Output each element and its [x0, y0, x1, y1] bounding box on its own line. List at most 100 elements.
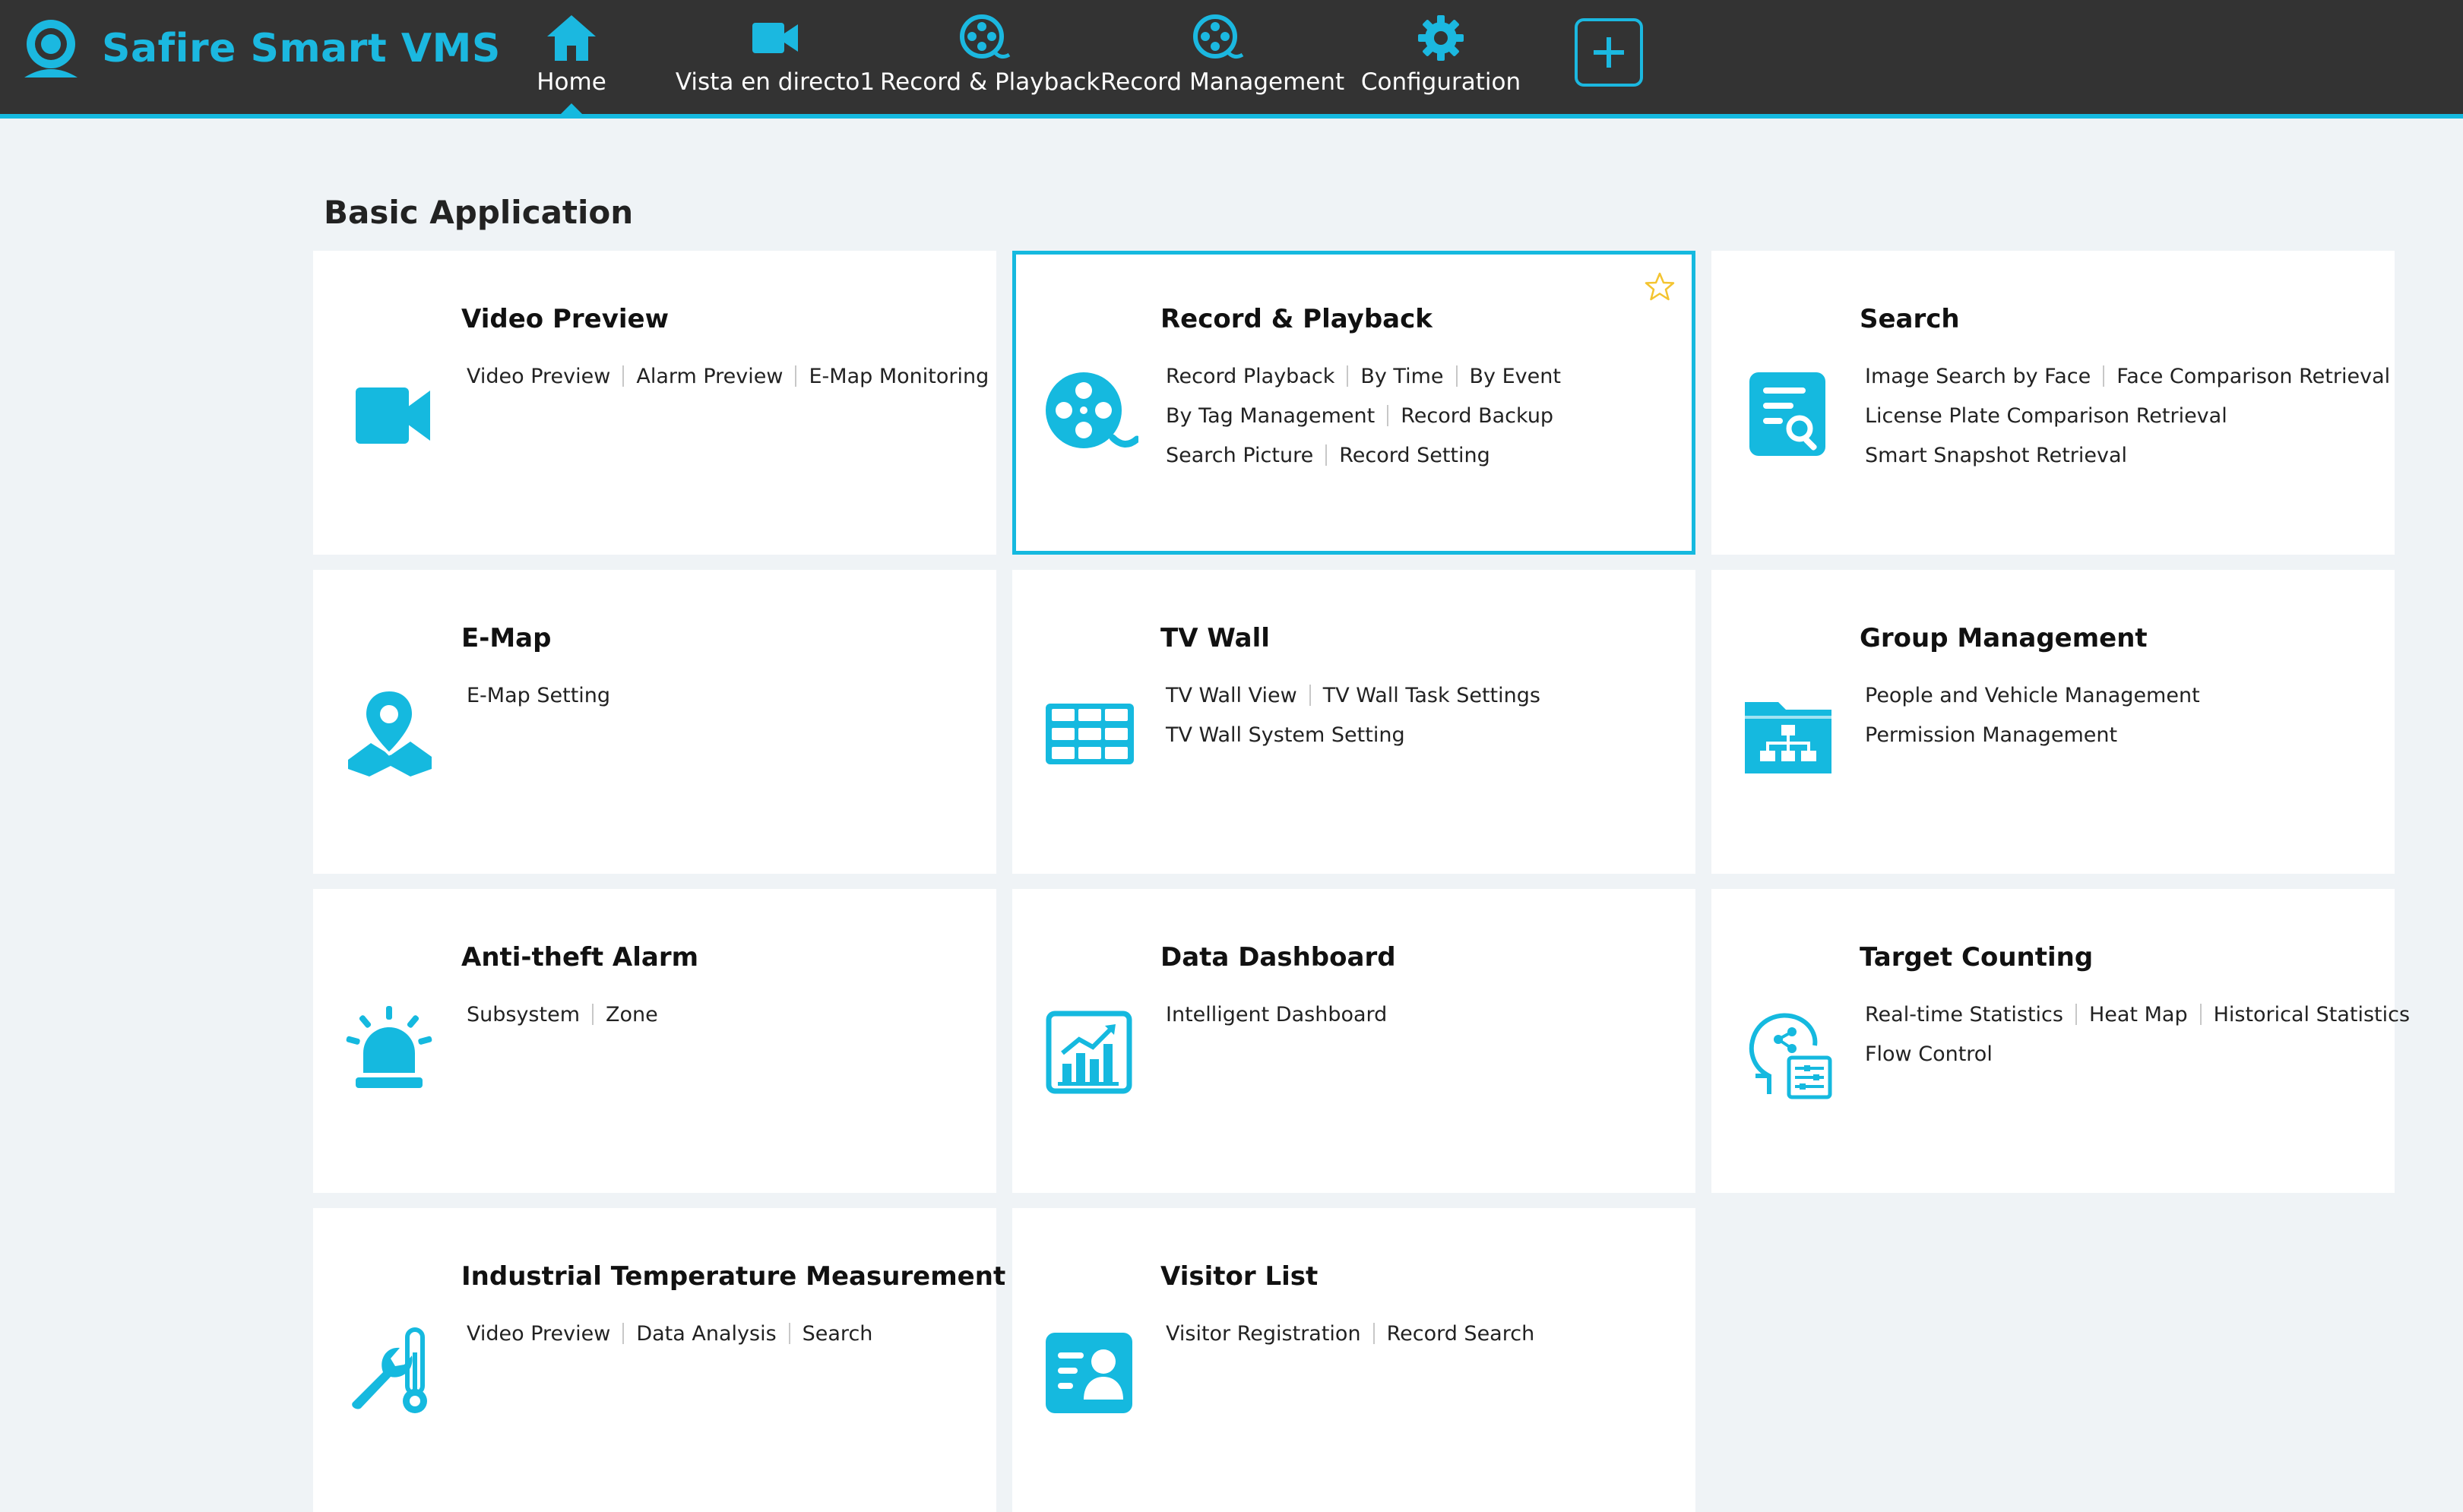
card-title: Industrial Temperature Measurement	[461, 1261, 1006, 1292]
visitor-card-icon	[1046, 1333, 1132, 1413]
topbar-accent-line	[0, 114, 2463, 119]
link-record-backup[interactable]: Record Backup	[1401, 404, 1553, 428]
app-card-tv-wall[interactable]: TV Wall TV Wall View TV Wall Task Setting…	[1012, 570, 1695, 874]
link-separator	[1455, 365, 1458, 387]
nav-tab-label: Record Management	[1100, 68, 1345, 96]
app-card-industrial-temperature-measurement[interactable]: Industrial Temperature Measurement Video…	[313, 1208, 1005, 1512]
nav-tab-configuration[interactable]: Configuration	[1359, 14, 1523, 102]
link-license-plate-comparison-retrieval[interactable]: License Plate Comparison Retrieval	[1865, 404, 2227, 428]
link-image-search-by-face[interactable]: Image Search by Face	[1865, 365, 2091, 388]
link-face-comparison-retrieval[interactable]: Face Comparison Retrieval	[2116, 365, 2390, 388]
link-tv-wall-task-settings[interactable]: TV Wall Task Settings	[1323, 684, 1540, 707]
link-separator	[622, 365, 625, 387]
link-heat-map[interactable]: Heat Map	[2089, 1003, 2188, 1026]
document-search-icon	[1749, 372, 1825, 456]
link-historical-statistics[interactable]: Historical Statistics	[2214, 1003, 2410, 1026]
link-separator	[1372, 1323, 1375, 1344]
link-separator	[795, 365, 797, 387]
webcam-logo-icon	[24, 20, 78, 77]
app-card-visitor-list[interactable]: Visitor List Visitor Registration Record …	[1012, 1208, 1695, 1512]
link-separator	[1309, 685, 1311, 706]
head-analytics-icon	[1749, 1013, 1832, 1099]
card-title: Anti-theft Alarm	[461, 942, 699, 973]
link-subsystem[interactable]: Subsystem	[467, 1003, 580, 1026]
gear-icon	[1418, 15, 1464, 61]
link-separator	[592, 1004, 594, 1025]
link-separator	[2199, 1004, 2202, 1025]
app-card-data-dashboard[interactable]: Data Dashboard Intelligent Dashboard	[1012, 889, 1695, 1193]
link-separator	[2103, 365, 2105, 387]
section-title: Basic Application	[324, 194, 634, 231]
wrench-thermometer-icon	[352, 1327, 427, 1413]
link-separator	[2075, 1004, 2077, 1025]
star-icon[interactable]	[1645, 271, 1675, 302]
app-card-anti-theft-alarm[interactable]: Anti-theft Alarm Subsystem Zone	[313, 889, 996, 1193]
card-title: TV Wall	[1160, 623, 1270, 653]
nav-tab-live-view[interactable]: Vista en directo1	[675, 14, 875, 102]
add-tab-button[interactable]	[1575, 18, 1643, 87]
link-record-playback[interactable]: Record Playback	[1166, 365, 1334, 388]
link-people-and-vehicle-management[interactable]: People and Vehicle Management	[1865, 684, 2200, 707]
link-real-time-statistics[interactable]: Real-time Statistics	[1865, 1003, 2063, 1026]
app-card-record-playback[interactable]: Record & Playback Record Playback By Time…	[1012, 251, 1695, 555]
video-camera-icon	[752, 23, 798, 53]
card-title: Video Preview	[461, 304, 669, 334]
link-alarm-preview[interactable]: Alarm Preview	[636, 365, 783, 388]
link-separator	[1325, 444, 1328, 466]
dashboard-chart-icon	[1046, 1011, 1132, 1094]
folder-hierarchy-icon	[1745, 702, 1831, 773]
app-card-video-preview[interactable]: Video Preview Video Preview Alarm Preview…	[313, 251, 996, 555]
link-zone[interactable]: Zone	[606, 1003, 658, 1026]
film-reel-icon	[1046, 372, 1138, 448]
home-icon	[547, 15, 596, 61]
link-by-event[interactable]: By Event	[1470, 365, 1561, 388]
nav-tab-label: Home	[537, 68, 606, 96]
link-record-search[interactable]: Record Search	[1387, 1322, 1535, 1346]
nav-tab-home[interactable]: Home	[524, 14, 619, 102]
link-by-tag-management[interactable]: By Tag Management	[1166, 404, 1375, 428]
link-permission-management[interactable]: Permission Management	[1865, 723, 2117, 747]
link-tv-wall-system-setting[interactable]: TV Wall System Setting	[1166, 723, 1405, 747]
active-tab-indicator	[559, 103, 584, 115]
app-card-e-map[interactable]: E-Map E-Map Setting	[313, 570, 996, 874]
link-video-preview[interactable]: Video Preview	[467, 1322, 610, 1346]
app-card-search[interactable]: Search Image Search by Face Face Comparis…	[1711, 251, 2395, 555]
nav-tab-label: Configuration	[1360, 68, 1521, 96]
link-tv-wall-view[interactable]: TV Wall View	[1166, 684, 1297, 707]
link-separator	[788, 1323, 790, 1344]
plus-icon	[1594, 37, 1624, 68]
link-by-time[interactable]: By Time	[1360, 365, 1443, 388]
link-e-map-setting[interactable]: E-Map Setting	[467, 684, 610, 707]
link-intelligent-dashboard[interactable]: Intelligent Dashboard	[1166, 1003, 1387, 1026]
link-flow-control[interactable]: Flow Control	[1865, 1042, 1993, 1066]
video-wall-icon	[1046, 704, 1134, 764]
card-title: Record & Playback	[1160, 304, 1433, 334]
film-reel-icon	[1193, 14, 1244, 59]
link-smart-snapshot-retrieval[interactable]: Smart Snapshot Retrieval	[1865, 444, 2127, 467]
app-title: Safire Smart VMS	[102, 26, 501, 71]
link-record-setting[interactable]: Record Setting	[1339, 444, 1490, 467]
card-title: Data Dashboard	[1160, 942, 1396, 973]
card-title: Visitor List	[1160, 1261, 1319, 1292]
app-card-group-management[interactable]: Group Management People and Vehicle Mana…	[1711, 570, 2395, 874]
link-separator	[1387, 405, 1389, 426]
nav-tab-label: Record & Playback	[880, 68, 1100, 96]
film-reel-icon	[960, 14, 1011, 59]
video-camera-icon	[356, 387, 430, 444]
nav-tab-record-playback[interactable]: Record & Playback	[880, 14, 1100, 102]
card-title: Target Counting	[1860, 942, 2094, 973]
link-video-preview[interactable]: Video Preview	[467, 365, 610, 388]
app-card-target-counting[interactable]: Target Counting Real-time Statistics Heat…	[1711, 889, 2410, 1193]
card-title: E-Map	[461, 623, 552, 653]
link-separator	[1347, 365, 1349, 387]
link-data-analysis[interactable]: Data Analysis	[636, 1322, 776, 1346]
link-visitor-registration[interactable]: Visitor Registration	[1166, 1322, 1361, 1346]
link-search[interactable]: Search	[803, 1322, 873, 1346]
alarm-siren-icon	[346, 1006, 432, 1088]
link-search-picture[interactable]: Search Picture	[1166, 444, 1313, 467]
nav-tab-record-management[interactable]: Record Management	[1100, 14, 1345, 102]
link-e-map-monitoring[interactable]: E-Map Monitoring	[809, 365, 989, 388]
app-logo	[17, 17, 85, 85]
map-pin-icon	[348, 688, 432, 777]
top-navigation-bar: Safire Smart VMS Home Vista en directo1	[0, 0, 2463, 115]
